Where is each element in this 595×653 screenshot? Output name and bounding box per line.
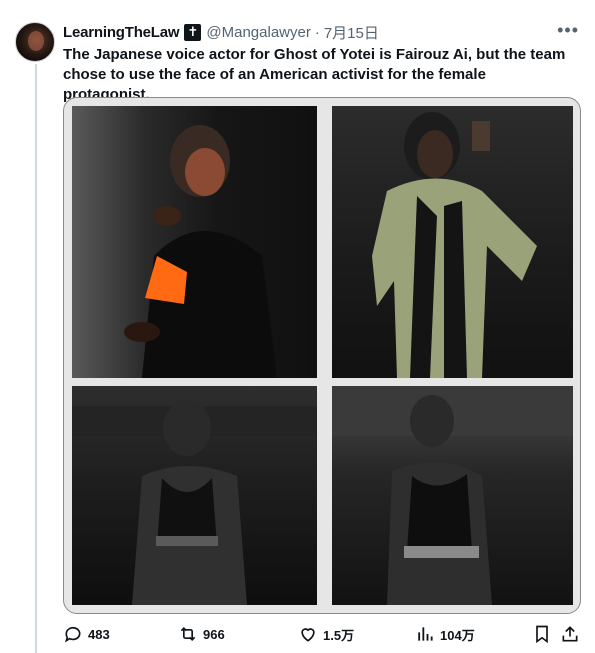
views-button[interactable]: 104万: [415, 624, 475, 644]
photo-1-illustration: [124, 125, 277, 378]
photo-woman-with-orange-paper[interactable]: [72, 106, 317, 378]
photo-3-illustration: [72, 400, 317, 605]
share-button[interactable]: [560, 624, 585, 644]
photo-4-illustration: [332, 386, 573, 605]
heart-icon: [301, 628, 315, 642]
avatar[interactable]: [15, 22, 55, 62]
tweet-date[interactable]: 7月15日: [324, 22, 379, 43]
media-grid: [63, 97, 581, 614]
repost-button[interactable]: 966: [178, 624, 225, 644]
bookmark-icon: [536, 625, 548, 644]
views-chart-icon: [418, 627, 433, 641]
more-options-icon[interactable]: •••: [557, 21, 579, 39]
photo-woman-in-blouse-mirror-selfie[interactable]: [332, 106, 573, 378]
photo-woman-in-tank-top-side[interactable]: [332, 386, 573, 605]
photo-2-illustration: [372, 112, 537, 378]
reply-button[interactable]: 483: [63, 624, 110, 644]
tweet-actions: 483 966 1.5万 104万: [63, 624, 583, 648]
like-button[interactable]: 1.5万: [298, 624, 354, 644]
photo-woman-in-tank-top-front[interactable]: [72, 386, 317, 605]
reply-icon: [64, 626, 81, 643]
repost-count: 966: [203, 626, 225, 642]
like-count: 1.5万: [323, 627, 355, 643]
views-count: 104万: [440, 627, 475, 643]
header-separator: ·: [314, 23, 320, 41]
reply-count: 483: [88, 626, 110, 642]
bookmark-button[interactable]: [532, 624, 557, 644]
author-handle[interactable]: @Mangalawyer: [206, 24, 310, 41]
author-name[interactable]: LearningTheLaw: [63, 24, 180, 41]
thread-line: [35, 64, 37, 653]
tweet-text: The Japanese voice actor for Ghost of Yo…: [63, 46, 566, 103]
cross-badge-icon: ✝: [184, 23, 202, 41]
tweet-header: LearningTheLaw ✝ @Mangalawyer · 7月15日: [63, 21, 379, 43]
repost-icon: [180, 626, 196, 642]
share-icon: [562, 626, 578, 642]
